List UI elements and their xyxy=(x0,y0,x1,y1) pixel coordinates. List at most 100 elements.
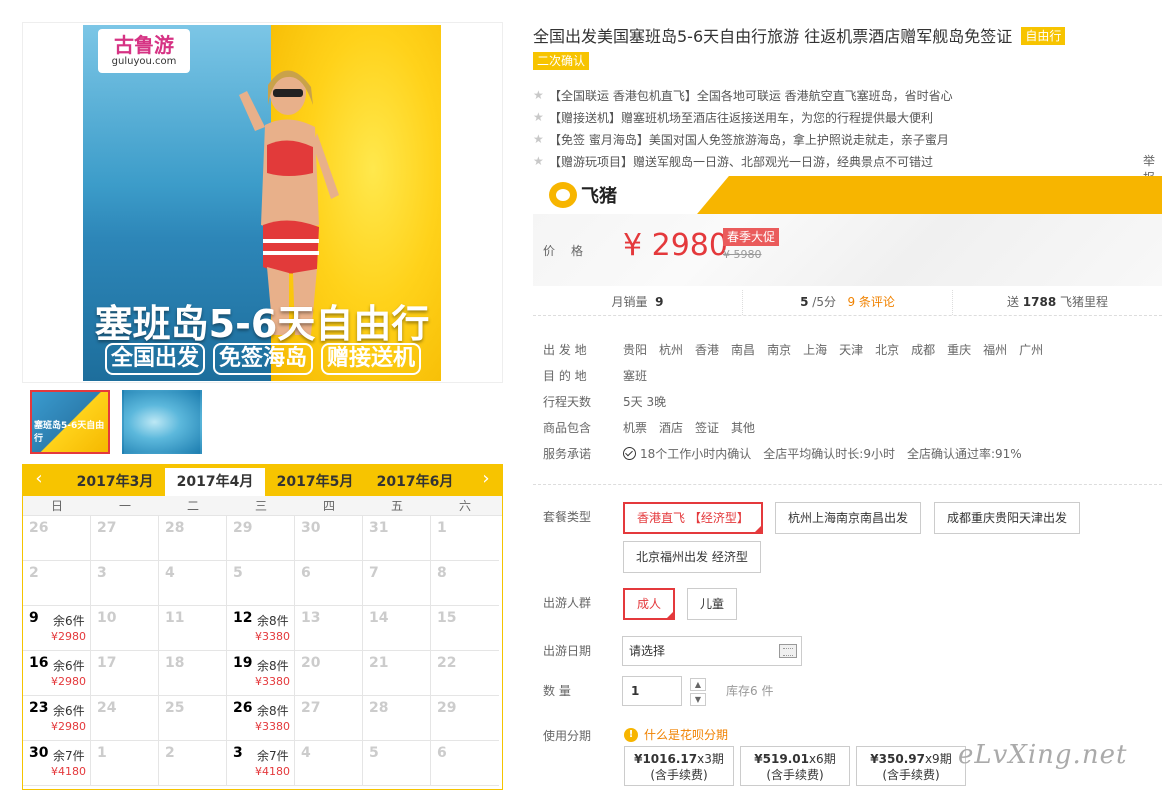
calendar-day-cell[interactable]: 3 余7件 ¥4180 xyxy=(227,741,295,786)
calendar-day-number: 18 xyxy=(165,655,185,671)
traveler-option-adult[interactable]: 成人 xyxy=(623,588,676,620)
rating-value: 5 xyxy=(800,295,809,309)
service-values: 18个工作小时内确认 全店平均确认时长:9小时 全店确认通过率:91% xyxy=(623,445,1022,462)
travel-date-select[interactable]: 请选择 xyxy=(622,636,802,666)
installment-note: (含手续费) xyxy=(882,768,940,782)
calendar-day-cell[interactable]: 30 余7件 ¥4180 xyxy=(23,741,91,786)
installment-periods: x6期 xyxy=(808,752,836,766)
calendar-day-cell[interactable]: 23 余6件 ¥2980 xyxy=(23,696,91,741)
calendar-month-tab[interactable]: 2017年3月 xyxy=(65,468,165,496)
calendar-day-price: ¥3380 xyxy=(255,630,290,643)
platform-logo: 飞猪 xyxy=(549,182,617,208)
calendar-day-cell: 27 xyxy=(295,696,363,741)
miles-value: 1788 xyxy=(1022,295,1057,309)
calendar-day-number: 16 xyxy=(29,655,49,671)
installment-hint[interactable]: ! 什么是花呗分期 xyxy=(624,726,728,743)
calendar-day-number: 3 xyxy=(233,745,243,761)
service-row: 服务承诺 18个工作小时内确认 全店平均确认时长:9小时 全店确认通过率:91% xyxy=(543,440,1043,466)
calendar-day-cell[interactable]: 9 余6件 ¥2980 xyxy=(23,606,91,651)
date-label: 出游日期 xyxy=(543,644,592,658)
calendar-day-number: 6 xyxy=(437,745,447,761)
info-icon: ! xyxy=(624,727,638,742)
product-title: 全国出发美国塞班岛5-6天自由行旅游 往返机票酒店赠军舰岛免签证 自由行 xyxy=(533,26,1133,48)
highlight-item: ★ 【赠接送机】赠塞班机场至酒店往返接送用车，为您的行程提供最大便利 xyxy=(533,106,953,128)
calendar-icon[interactable] xyxy=(779,644,797,658)
calendar-day-number: 5 xyxy=(369,745,379,761)
include-item: 机票 xyxy=(623,420,648,435)
date-placeholder: 请选择 xyxy=(629,644,666,658)
calendar-day-cell[interactable]: 16 余6件 ¥2980 xyxy=(23,651,91,696)
traveler-option-child[interactable]: 儿童 xyxy=(687,588,738,620)
calendar-day-number: 15 xyxy=(437,610,457,626)
destination-value: 塞班 xyxy=(623,368,648,383)
calendar-day-cell: 15 xyxy=(431,606,499,651)
installment-option[interactable]: ¥519.01x6期 (含手续费) xyxy=(740,746,850,786)
days-label: 行程天数 xyxy=(543,394,592,409)
installment-hint-text[interactable]: 什么是花呗分期 xyxy=(644,726,728,743)
highlight-item: ★ 【免签 蜜月海岛】美国对国人免签旅游海岛，拿上护照说走就走，亲子蜜月 xyxy=(533,128,953,150)
thumbnail-2[interactable] xyxy=(122,390,202,454)
calendar-day-number: 27 xyxy=(97,520,117,536)
quantity-input[interactable]: 1 xyxy=(622,676,682,706)
calendar-month-tab[interactable]: 2017年4月 xyxy=(165,468,265,496)
calendar-day-number: 17 xyxy=(97,655,117,671)
reviews-link[interactable]: 9 条评论 xyxy=(847,295,894,309)
calendar-month-tab[interactable]: 2017年5月 xyxy=(265,468,365,496)
calendar-day-cell: 25 xyxy=(159,696,227,741)
calendar-day-cell: 10 xyxy=(91,606,159,651)
quantity-increase-icon[interactable]: ▲ xyxy=(690,678,706,691)
calendar-day-cell[interactable]: 26 余8件 ¥3380 xyxy=(227,696,295,741)
highlights-list: ★ 【全国联运 香港包机直飞】全国各地可联运 香港航空直飞塞班岛，省时省心 ★ 【赠… xyxy=(533,84,953,172)
calendar-weekdays: 日一二三四五六 xyxy=(23,496,502,516)
departure-city: 杭州 xyxy=(659,342,684,357)
calendar-weekday: 六 xyxy=(458,499,471,513)
calendar-day-number: 12 xyxy=(233,610,253,626)
quantity-decrease-icon[interactable]: ▼ xyxy=(690,693,706,706)
watermark: eLvXing.net xyxy=(958,740,1128,770)
chevron-right-icon[interactable]: › xyxy=(476,468,496,489)
include-item: 其他 xyxy=(731,420,756,435)
miles-suffix: 飞猪里程 xyxy=(1060,295,1109,309)
thumbnail-1[interactable]: 塞班岛5-6天自由行 xyxy=(30,390,110,454)
brand-logo-cn: 古鲁游 xyxy=(114,33,174,57)
service-confirm-text: 18个工作小时内确认 xyxy=(640,446,752,461)
calendar-weekday: 二 xyxy=(186,499,199,513)
main-product-image[interactable]: 古鲁游 guluyou.com 塞班岛5-6天自由行 全国出发 免签海岛 赠接送… xyxy=(83,25,441,381)
chevron-left-icon[interactable]: ‹ xyxy=(29,468,49,489)
calendar-day-cell: 11 xyxy=(159,606,227,651)
calendar-day-number: 8 xyxy=(437,565,447,581)
calendar-day-cell: 4 xyxy=(159,561,227,606)
package-option[interactable]: 成都重庆贵阳天津出发 xyxy=(934,502,1081,534)
package-option[interactable]: 香港直飞 【经济型】 xyxy=(623,502,763,534)
calendar-day-number: 31 xyxy=(369,520,389,536)
installment-option[interactable]: ¥350.97x9期 (含手续费) xyxy=(856,746,966,786)
calendar-day-cell[interactable]: 19 余8件 ¥3380 xyxy=(227,651,295,696)
installment-amount: ¥1016.17 xyxy=(634,752,698,766)
package-option[interactable]: 杭州上海南京南昌出发 xyxy=(775,502,922,534)
includes-values: 机票 酒店 签证 其他 xyxy=(623,419,755,436)
calendar-day-stock: 余6件 xyxy=(53,614,85,628)
calendar-day-number: 29 xyxy=(437,700,457,716)
calendar-day-number: 30 xyxy=(29,745,49,761)
departure-city: 重庆 xyxy=(947,342,972,357)
calendar-day-cell[interactable]: 12 余8件 ¥3380 xyxy=(227,606,295,651)
calendar-day-number: 22 xyxy=(437,655,457,671)
confirm-tag: 二次确认 xyxy=(533,52,590,70)
calendar-day-number: 11 xyxy=(165,610,185,626)
includes-row: 商品包含 机票 酒店 签证 其他 xyxy=(543,414,1043,440)
price-row: 价格 ¥ 2980 春季大促 ¥ 5980 xyxy=(533,214,1162,286)
calendar-day-number: 7 xyxy=(369,565,379,581)
calendar-month-tab[interactable]: 2017年6月 xyxy=(365,468,465,496)
calendar-day-number: 4 xyxy=(301,745,311,761)
calendar-day-number: 5 xyxy=(233,565,243,581)
platform-name: 飞猪 xyxy=(581,186,617,207)
package-option[interactable]: 北京福州出发 经济型 xyxy=(623,541,761,573)
calendar-day-stock: 余6件 xyxy=(53,659,85,673)
departure-city: 福州 xyxy=(983,342,1008,357)
calendar-day-price: ¥3380 xyxy=(255,675,290,688)
installment-option[interactable]: ¥1016.17x3期 (含手续费) xyxy=(624,746,734,786)
price-block: 飞猪 价格 ¥ 2980 春季大促 ¥ 5980 xyxy=(533,176,1162,286)
brand-logo-en: guluyou.com xyxy=(111,56,177,67)
miles-reward: 送 1788 飞猪里程 xyxy=(953,290,1162,315)
calendar-day-cell: 1 xyxy=(91,741,159,786)
